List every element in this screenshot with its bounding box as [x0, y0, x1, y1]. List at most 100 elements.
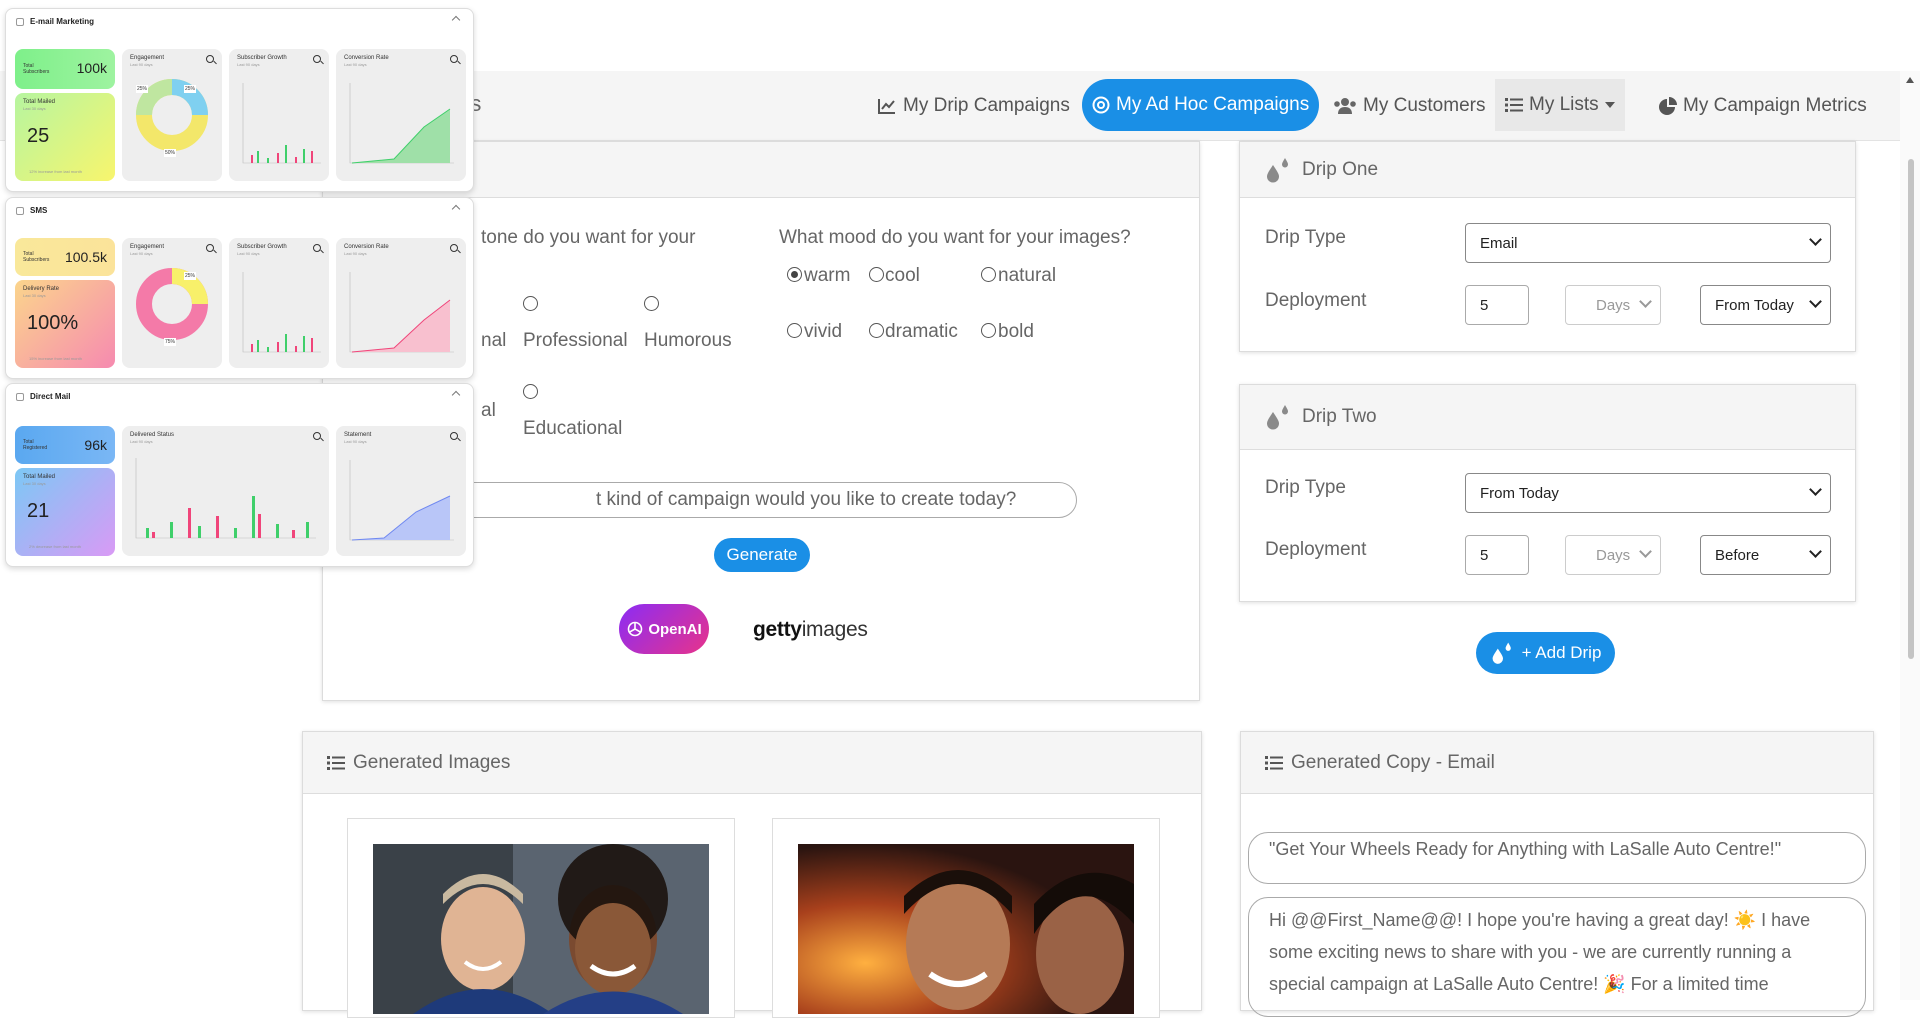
tile-value: 96k — [84, 437, 107, 453]
nav-drip-campaigns[interactable]: My Drip Campaigns — [877, 71, 1070, 141]
email-body-line-2: some exciting news to share with you - w… — [1269, 942, 1792, 962]
mood-vivid-radio[interactable] — [787, 323, 802, 338]
nav-ad-hoc-campaigns[interactable]: My Ad Hoc Campaigns — [1082, 79, 1320, 131]
mood-natural-radio[interactable] — [981, 267, 996, 282]
mood-natural-label: natural — [998, 265, 1057, 286]
zoom-icon[interactable] — [313, 432, 321, 440]
drip-two-type-select[interactable]: From Today — [1465, 473, 1831, 513]
drops-icon — [1492, 642, 1511, 664]
drip-one-number-value: 5 — [1480, 296, 1489, 314]
mood-cool-radio[interactable] — [869, 267, 884, 282]
nav-campaign-metrics[interactable]: My Campaign Metrics — [1659, 71, 1867, 141]
drip-two-deployment-label: Deployment — [1265, 539, 1367, 560]
tile-value: 25 — [27, 125, 50, 147]
statement-tile: Statement Last 90 days — [336, 426, 466, 556]
zoom-icon[interactable] — [313, 55, 321, 63]
conversion-rate-tile: Conversion Rate Last 90 days — [336, 49, 466, 181]
email-body-field[interactable]: Hi @@First_Name@@! I hope you're having … — [1248, 897, 1866, 1017]
collapse-chevron-icon[interactable] — [451, 390, 461, 400]
nav-customers[interactable]: My Customers — [1333, 71, 1485, 141]
mood-dramatic-label: dramatic — [885, 321, 958, 342]
engagement-tile: Engagement Last 90 days 25% 75% — [122, 238, 222, 368]
drip-two-header: Drip Two — [1240, 385, 1855, 450]
nav-my-lists-label: My Lists — [1529, 94, 1599, 115]
tile-label: Total Subscribers — [23, 63, 50, 75]
tone-educational-radio[interactable] — [523, 384, 538, 399]
tone-professional-radio[interactable] — [523, 296, 538, 311]
email-marketing-title: E-mail Marketing — [30, 17, 95, 26]
generated-image-2[interactable] — [798, 844, 1134, 1014]
page-scrollbar[interactable] — [1900, 71, 1920, 1000]
scroll-up-arrow-icon[interactable] — [1906, 77, 1914, 83]
mail-icon — [16, 392, 24, 401]
zoom-icon[interactable] — [450, 55, 458, 63]
sms-title: SMS — [30, 206, 48, 215]
zoom-icon[interactable] — [206, 244, 214, 252]
nav-ad-hoc-campaigns-label: My Ad Hoc Campaigns — [1116, 94, 1310, 115]
drip-one-type-value: Email — [1480, 234, 1518, 252]
total-registered-tile: Total Registered 96k — [15, 426, 115, 464]
drip-two-number-input[interactable]: 5 — [1465, 535, 1529, 575]
mood-bold-radio[interactable] — [981, 323, 996, 338]
tile-label: Total Subscribers — [23, 251, 50, 263]
list-icon — [327, 755, 345, 770]
delivered-status-bars — [135, 458, 316, 539]
zoom-icon[interactable] — [206, 55, 214, 63]
statement-area-chart — [349, 460, 454, 541]
tile-sublabel: Last 30 days — [23, 293, 46, 298]
collapse-chevron-icon[interactable] — [451, 15, 461, 25]
drip-two-when-select[interactable]: Before — [1700, 535, 1831, 575]
subscriber-growth-bars — [242, 272, 321, 353]
tile-title: Subscriber Growth — [237, 55, 287, 61]
delivery-rate-tile: Delivery Rate Last 30 days 100% 15% incr… — [15, 280, 115, 368]
campaign-prompt-input[interactable]: t kind of campaign would you like to cre… — [441, 482, 1077, 518]
drip-one-type-select[interactable]: Email — [1465, 223, 1831, 263]
getty-logo-bold: getty — [753, 618, 802, 641]
subscriber-growth-tile: Subscriber Growth Last 90 days — [229, 238, 329, 368]
nav-my-lists-dropdown[interactable]: My Lists — [1495, 79, 1625, 131]
mood-warm-radio[interactable] — [787, 267, 802, 282]
tone-humorous-radio[interactable] — [644, 296, 659, 311]
mood-warm-label: warm — [804, 265, 851, 286]
collapse-chevron-icon[interactable] — [451, 204, 461, 214]
drip-two-type-value: From Today — [1480, 484, 1559, 502]
email-marketing-panel: E-mail Marketing Total Subscribers 100k … — [5, 8, 474, 192]
conversion-area-chart — [349, 272, 454, 353]
nav-customers-label: My Customers — [1363, 95, 1486, 116]
conversion-area-chart — [349, 83, 454, 164]
tone-question: tone do you want for your — [481, 227, 696, 248]
drip-one-when-select[interactable]: From Today — [1700, 285, 1831, 325]
email-body-line-1: Hi @@First_Name@@! I hope you're having … — [1269, 910, 1811, 930]
email-icon — [16, 17, 24, 26]
drip-two-unit-value: Days — [1596, 546, 1631, 564]
tile-label: Total Mailed — [23, 99, 56, 105]
bullseye-icon — [1092, 96, 1110, 114]
generated-image-1[interactable] — [373, 844, 709, 1014]
generated-image-card-2[interactable] — [772, 818, 1160, 1018]
generated-copy-card: Generated Copy - Email "Get Your Wheels … — [1240, 731, 1874, 1017]
total-mailed-tile: Total Mailed Last 30 days 21 2% decrease… — [15, 468, 115, 556]
engagement-donut — [136, 268, 208, 340]
generated-images-card: Generated Images — [302, 731, 1202, 1018]
drip-two-unit-select[interactable]: Days — [1565, 535, 1661, 575]
add-drip-button[interactable]: + Add Drip — [1476, 632, 1615, 674]
email-body-line-3: special campaign at LaSalle Auto Centre!… — [1269, 974, 1769, 994]
conversion-rate-tile: Conversion Rate Last 90 days — [336, 238, 466, 368]
zoom-icon[interactable] — [313, 244, 321, 252]
generate-button[interactable]: Generate — [714, 538, 810, 572]
pie-chart-icon — [1659, 97, 1677, 115]
zoom-icon[interactable] — [450, 432, 458, 440]
drip-one-number-input[interactable]: 5 — [1465, 285, 1529, 325]
mood-question: What mood do you want for your images? — [779, 227, 1131, 248]
engagement-tile: Engagement Last 90 days 25% 25% 50% — [122, 49, 222, 181]
mood-dramatic-radio[interactable] — [869, 323, 884, 338]
drip-one-unit-select[interactable]: Days — [1565, 285, 1661, 325]
generated-image-card-1[interactable] — [347, 818, 735, 1018]
scrollbar-thumb[interactable] — [1908, 159, 1914, 659]
tile-sublabel: Last 30 days — [23, 106, 46, 111]
mood-cool-label: cool — [885, 265, 920, 286]
email-subject-field[interactable]: "Get Your Wheels Ready for Anything with… — [1248, 832, 1866, 884]
tile-subtitle: Last 90 days — [344, 62, 367, 67]
zoom-icon[interactable] — [450, 244, 458, 252]
tile-label: Total Mailed — [23, 474, 56, 480]
